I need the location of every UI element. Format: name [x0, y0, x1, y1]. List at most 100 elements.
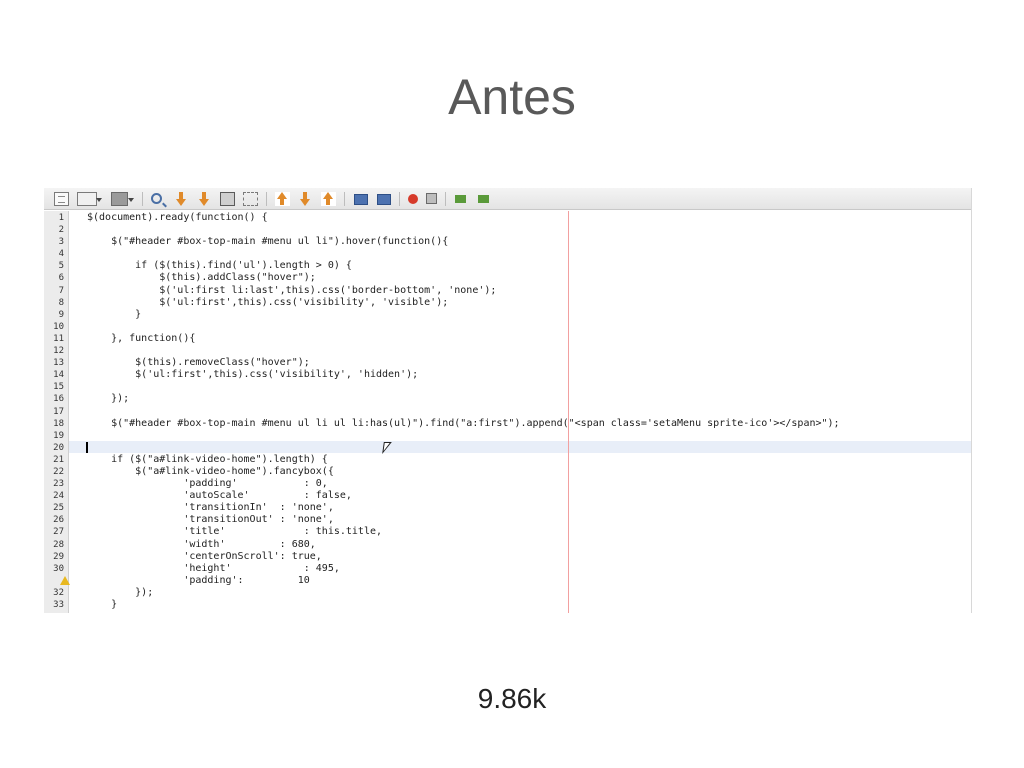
warning-icon[interactable]: [60, 575, 70, 585]
code-line[interactable]: 32 });: [44, 587, 971, 599]
code-text: }: [87, 599, 118, 610]
start-macro-icon[interactable]: [408, 194, 418, 204]
code-line[interactable]: 7 $('ul:first li:last',this).css('border…: [44, 285, 971, 297]
code-line[interactable]: 18 $("#header #box-top-main #menu ul li …: [44, 418, 971, 430]
line-number: 8: [58, 297, 64, 308]
line-number: 29: [53, 551, 64, 562]
line-number: 23: [53, 479, 64, 490]
code-line[interactable]: 24 'autoScale' : false,: [44, 490, 971, 502]
code-line[interactable]: 21 if ($("a#link-video-home").length) {: [44, 454, 971, 466]
code-line[interactable]: 9 }: [44, 309, 971, 321]
line-number: 5: [58, 261, 64, 272]
code-text: 'autoScale' : false,: [87, 490, 352, 502]
code-line[interactable]: 3 $("#header #box-top-main #menu ul li")…: [44, 236, 971, 248]
code-line[interactable]: 19: [44, 430, 971, 442]
code-line[interactable]: 10: [44, 321, 971, 333]
line-number: 30: [53, 563, 64, 574]
shift-right-icon[interactable]: [376, 192, 391, 206]
line-number: 25: [53, 503, 64, 514]
code-text: $('ul:first',this).css('visibility', 'hi…: [87, 369, 419, 381]
line-number: 10: [53, 321, 64, 332]
line-number: 15: [53, 382, 64, 393]
line-number: 18: [53, 418, 64, 429]
code-line[interactable]: 4: [44, 248, 971, 260]
line-number: 22: [53, 466, 64, 477]
code-text: $("#header #box-top-main #menu ul li ul …: [87, 417, 840, 429]
toolbar-separator: [266, 191, 267, 206]
next-bookmark-icon[interactable]: [298, 191, 313, 206]
code-line[interactable]: 23 'padding' : 0,: [44, 478, 971, 490]
code-line[interactable]: 13 $(this).removeClass("hover");: [44, 357, 971, 369]
line-number: 7: [58, 285, 64, 296]
code-line[interactable]: 28 'width' : 680,: [44, 539, 971, 551]
mouse-pointer-icon: [382, 442, 392, 454]
code-line[interactable]: 16 });: [44, 393, 971, 405]
open-dropdown-icon[interactable]: [77, 191, 102, 206]
code-text: $(document).ready(function() {: [87, 212, 268, 223]
toggle-rect-select-icon[interactable]: [243, 191, 258, 206]
code-text: 'title' : this.title,: [87, 526, 383, 538]
code-line[interactable]: 33 }: [44, 599, 971, 611]
prev-bookmark-icon[interactable]: [275, 191, 290, 206]
code-text: 'centerOnScroll': true,: [87, 550, 322, 562]
editor-toolbar: [44, 188, 971, 210]
code-line[interactable]: 14 $('ul:first',this).css('visibility', …: [44, 369, 971, 381]
code-line[interactable]: 15: [44, 381, 971, 393]
code-line[interactable]: 25 'transitionIn' : 'none',: [44, 502, 971, 514]
code-text: }, function(){: [87, 332, 196, 344]
code-line[interactable]: 11 }, function(){: [44, 333, 971, 345]
find-prev-icon[interactable]: [174, 191, 189, 206]
toggle-bookmark-icon[interactable]: [321, 191, 336, 206]
find-icon[interactable]: [151, 193, 162, 204]
code-text: $("a#link-video-home").fancybox({: [87, 465, 334, 477]
line-number: 16: [53, 394, 64, 405]
code-text: if ($("a#link-video-home").length) {: [87, 453, 328, 465]
line-number: 9: [58, 309, 64, 320]
code-line[interactable]: 6 $(this).addClass("hover");: [44, 272, 971, 284]
code-line[interactable]: 30 'height' : 495,: [44, 563, 971, 575]
toggle-highlight-icon[interactable]: [220, 191, 235, 206]
line-number: 11: [53, 333, 64, 344]
debug-icon[interactable]: [477, 192, 492, 206]
line-number: 21: [53, 454, 64, 465]
code-text: });: [87, 586, 154, 598]
run-icon[interactable]: [454, 192, 469, 206]
code-line[interactable]: 20: [44, 442, 971, 454]
code-text: $(this).addClass("hover");: [87, 272, 316, 284]
line-number: 3: [58, 237, 64, 248]
code-text: 'padding': 10: [87, 574, 310, 586]
shift-left-icon[interactable]: [353, 192, 368, 206]
line-number: 27: [53, 527, 64, 538]
line-number: 13: [53, 358, 64, 369]
code-line[interactable]: 1 $(document).ready(function() {: [44, 212, 971, 224]
code-line[interactable]: 29 'centerOnScroll': true,: [44, 551, 971, 563]
line-number: 28: [53, 539, 64, 550]
new-file-icon[interactable]: [54, 191, 69, 206]
code-text: 'width' : 680,: [87, 538, 316, 550]
line-number: 6: [58, 273, 64, 284]
code-area[interactable]: 1 $(document).ready(function() {2 3 $("#he…: [44, 212, 971, 611]
code-text: $("#header #box-top-main #menu ul li").h…: [87, 236, 449, 248]
line-number: 14: [53, 370, 64, 381]
line-number: 2: [58, 225, 64, 236]
text-caret: [86, 442, 88, 453]
find-next-icon[interactable]: [197, 191, 212, 206]
code-line[interactable]: 17: [44, 406, 971, 418]
code-text: $('ul:first',this).css('visibility', 'vi…: [87, 296, 449, 308]
code-line[interactable]: 26 'transitionOut' : 'none',: [44, 514, 971, 526]
code-line[interactable]: 5 if ($(this).find('ul').length > 0) {: [44, 260, 971, 272]
code-line[interactable]: 2: [44, 224, 971, 236]
file-size-caption: 9.86k: [477, 683, 547, 714]
code-line[interactable]: 12: [44, 345, 971, 357]
line-number: 17: [53, 406, 64, 417]
save-dropdown-icon[interactable]: [111, 191, 134, 206]
code-line[interactable]: 8 $('ul:first',this).css('visibility', '…: [44, 297, 971, 309]
stop-macro-icon[interactable]: [426, 193, 437, 204]
line-number: 19: [53, 430, 64, 441]
code-line[interactable]: 27 'title' : this.title,: [44, 526, 971, 538]
slide-title: Antes: [448, 69, 576, 125]
code-text: });: [87, 393, 130, 405]
code-text: 'transitionOut' : 'none',: [87, 514, 334, 526]
code-line[interactable]: 'padding': 10: [44, 575, 971, 587]
code-line[interactable]: 22 $("a#link-video-home").fancybox({: [44, 466, 971, 478]
